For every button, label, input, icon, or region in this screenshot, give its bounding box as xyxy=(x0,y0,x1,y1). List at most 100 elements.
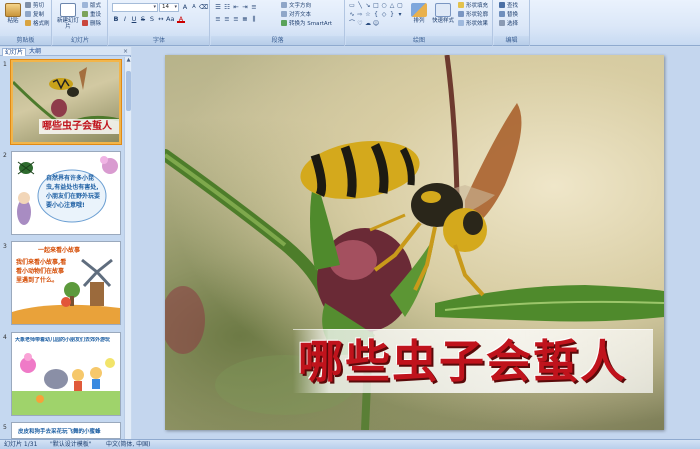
strikethrough-button[interactable]: S xyxy=(139,15,147,23)
star-shape-icon[interactable]: ☆ xyxy=(364,11,372,19)
layout-button[interactable]: 版式 xyxy=(82,2,101,10)
tab-outline[interactable]: 大纲 xyxy=(27,48,43,56)
smile-shape-icon[interactable]: ☺ xyxy=(372,20,380,28)
clipboard-group: 粘贴 剪切 复制 格式刷 剪贴板 xyxy=(0,0,52,46)
thumb-number: 5 xyxy=(3,424,7,431)
ribbon: 粘贴 剪切 复制 格式刷 剪贴板 新建幻灯片 版式 重设 删除 幻灯片 ▾ 14 xyxy=(0,0,700,46)
paste-label: 粘贴 xyxy=(7,18,19,24)
align-text-button[interactable]: 对齐文本 xyxy=(281,11,311,19)
triangle-shape-icon[interactable]: △ xyxy=(388,2,396,10)
font-name-combo[interactable]: ▾ xyxy=(112,3,158,12)
scroll-thumb[interactable] xyxy=(126,71,131,111)
arrange-button[interactable]: 排列 xyxy=(408,3,430,33)
shrink-font-button[interactable]: A xyxy=(190,3,198,11)
layout-label: 版式 xyxy=(90,3,102,9)
new-slide-button[interactable]: 新建幻灯片 xyxy=(55,3,81,33)
font-color-button[interactable]: A xyxy=(177,15,185,23)
slides-group-label: 幻灯片 xyxy=(53,36,107,45)
rectangle-shape-icon[interactable]: □ xyxy=(372,2,380,10)
shape-fill-button[interactable]: 形状填充 xyxy=(458,2,488,10)
text-direction-label: 文字方向 xyxy=(289,3,312,9)
align-left-button[interactable]: ≡ xyxy=(214,15,222,23)
current-slide[interactable]: 哪些虫子会蜇人 xyxy=(165,55,664,430)
shape-outline-button[interactable]: 形状轮廓 xyxy=(458,11,488,19)
slide-thumbnail-1[interactable]: 哪些虫子会蜇人 xyxy=(11,60,121,144)
italic-button[interactable]: I xyxy=(121,15,129,23)
line-spacing-button[interactable]: ≡ xyxy=(250,3,258,11)
close-icon[interactable]: × xyxy=(123,48,128,56)
curve-shape-icon[interactable]: ∿ xyxy=(348,11,356,19)
slide-thumbnail-2[interactable]: 自然界有许多小昆虫,有益处也有害处,小朋友们在野外玩耍要小心注意哦! xyxy=(11,151,121,235)
line-shape-icon[interactable]: ╲ xyxy=(356,2,364,10)
align-right-button[interactable]: ≡ xyxy=(232,15,240,23)
align-center-button[interactable]: ≡ xyxy=(223,15,231,23)
theme-name: "默认设计模板" xyxy=(50,441,92,448)
slide-title[interactable]: 哪些虫子会蜇人 xyxy=(298,332,658,392)
find-button[interactable]: 查找 xyxy=(499,2,518,10)
decrease-indent-button[interactable]: ⇤ xyxy=(232,3,240,11)
select-button[interactable]: 选择 xyxy=(499,20,518,28)
justify-button[interactable]: ≣ xyxy=(241,15,249,23)
shape-effects-button[interactable]: 形状效果 xyxy=(458,20,488,28)
slide-thumbnail-4[interactable]: 大象老师带着幼儿园的小朋友们去郊外游玩 xyxy=(11,332,121,416)
change-case-button[interactable]: Aa xyxy=(166,15,174,23)
text-direction-button[interactable]: 文字方向 xyxy=(281,2,311,10)
cut-button[interactable]: 剪切 xyxy=(25,2,44,10)
brace-shape-icon[interactable]: { xyxy=(372,11,380,19)
bold-button[interactable]: B xyxy=(112,15,120,23)
paragraph-group: ☰ ☷ ⇤ ⇥ ≡ ≡ ≡ ≡ ≣ ⫼ 文字方向 对齐文本 转换为 SmartA… xyxy=(211,0,345,46)
columns-button[interactable]: ⫼ xyxy=(250,15,258,23)
scissors-icon xyxy=(25,2,31,8)
char-spacing-button[interactable]: ↔ xyxy=(157,15,165,23)
drawing-group-label: 绘图 xyxy=(346,36,492,45)
drawing-group: ▭ ╲ ↘ □ ○ △ ▢ ∿ ⇨ ☆ { ◇ } ▾ ⌒ ♡ ☁ ☺ 排列 快… xyxy=(346,0,493,46)
chevron-down-icon: ▾ xyxy=(174,4,177,10)
language-indicator[interactable]: 中文(简体, 中国) xyxy=(106,440,151,449)
copy-button[interactable]: 复制 xyxy=(25,11,44,19)
cloud-shape-icon[interactable]: ☁ xyxy=(364,20,372,28)
font-group: ▾ 14 ▾ A A ⌫ B I U S S ↔ Aa A 字体 xyxy=(109,0,210,46)
binoculars-icon xyxy=(499,2,505,8)
arrow-shape-icon[interactable]: ↘ xyxy=(364,2,372,10)
grow-font-button[interactable]: A xyxy=(181,3,189,11)
rounded-rect-shape-icon[interactable]: ▢ xyxy=(396,2,404,10)
text-shadow-button[interactable]: S xyxy=(148,15,156,23)
scroll-up-icon[interactable]: ▲ xyxy=(125,57,132,64)
chevron-down-icon: ▾ xyxy=(153,4,156,10)
more-shapes-icon[interactable]: ▾ xyxy=(396,11,404,19)
smartart-button[interactable]: 转换为 SmartArt xyxy=(281,20,332,28)
text-direction-icon xyxy=(281,2,287,8)
format-painter-button[interactable]: 格式刷 xyxy=(25,20,50,28)
font-size-combo[interactable]: 14 ▾ xyxy=(159,3,179,12)
tab-slides[interactable]: 幻灯片 xyxy=(2,48,27,56)
slide-thumbnail-5[interactable]: 皮皮和狗手去采花玩飞舞的小蜜蜂 xyxy=(11,422,121,439)
underline-button[interactable]: U xyxy=(130,15,138,23)
paste-icon xyxy=(5,3,21,17)
panel-tabs: 幻灯片 大纲 × xyxy=(0,47,131,56)
panel-scrollbar[interactable]: ▲ xyxy=(124,57,131,439)
slide-thumbnail-3[interactable]: 一起来看小故事 我们来看小故事,看看小动物们在故事里遇到了什么。 xyxy=(11,241,121,325)
bracket-shape-icon[interactable]: } xyxy=(388,11,396,19)
quick-styles-button[interactable]: 快速样式 xyxy=(430,3,456,33)
thumb-windmill-image xyxy=(12,258,120,324)
clear-format-button[interactable]: ⌫ xyxy=(199,3,208,11)
numbering-button[interactable]: ☷ xyxy=(223,3,231,11)
bullets-button[interactable]: ☰ xyxy=(214,3,222,11)
reset-button[interactable]: 重设 xyxy=(82,11,101,19)
slides-panel: 幻灯片 大纲 × 1 哪些虫子会蜇人 2 自然界有许多小昆虫,有益处也有害处,小… xyxy=(0,47,131,439)
slides-group: 新建幻灯片 版式 重设 删除 幻灯片 xyxy=(53,0,108,46)
status-bar: 幻灯片 1/31 "默认设计模板" 中文(简体, 中国) xyxy=(0,439,700,449)
replace-button[interactable]: 替换 xyxy=(499,11,518,19)
paste-button[interactable]: 粘贴 xyxy=(2,3,24,33)
font-group-label: 字体 xyxy=(109,36,209,45)
flow-shape-icon[interactable]: ⌒ xyxy=(348,20,356,28)
right-arrow-shape-icon[interactable]: ⇨ xyxy=(356,11,364,19)
heart-shape-icon[interactable]: ♡ xyxy=(356,20,364,28)
callout-shape-icon[interactable]: ◇ xyxy=(380,11,388,19)
increase-indent-button[interactable]: ⇥ xyxy=(241,3,249,11)
replace-label: 替换 xyxy=(507,12,519,18)
delete-slide-button[interactable]: 删除 xyxy=(82,20,101,28)
cut-label: 剪切 xyxy=(33,3,45,9)
textbox-shape-icon[interactable]: ▭ xyxy=(348,2,356,10)
oval-shape-icon[interactable]: ○ xyxy=(380,2,388,10)
